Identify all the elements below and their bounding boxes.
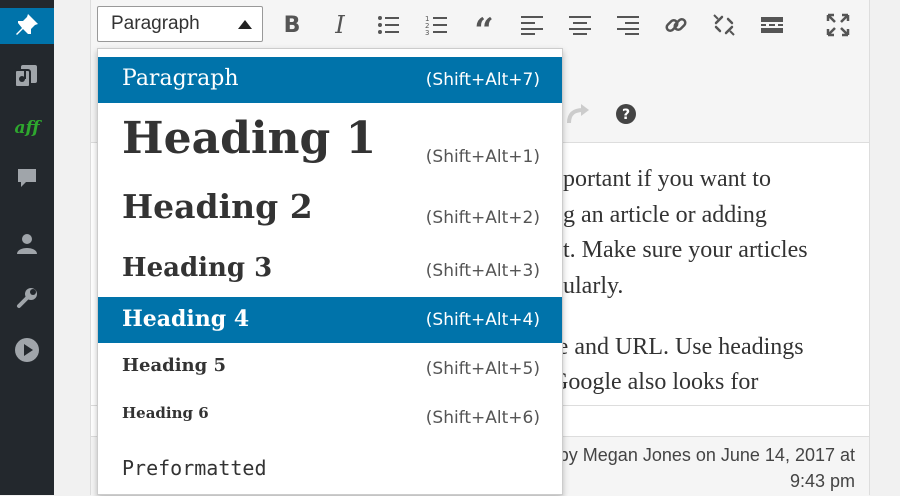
italic-icon: I	[335, 11, 345, 39]
format-option-label: Heading 4	[122, 306, 250, 332]
last-edited-time: 9:43 pm	[789, 471, 855, 491]
comments-icon	[18, 169, 36, 187]
format-option-heading-4[interactable]: Heading 4 (Shift+Alt+4)	[98, 297, 562, 343]
content-line: xt. Make sure your articles	[551, 237, 808, 263]
align-right-icon	[617, 16, 639, 35]
read-more-button[interactable]	[755, 8, 789, 42]
format-option-label: Heading 3	[122, 253, 273, 283]
numbered-list-button[interactable]: 123	[419, 8, 453, 42]
align-center-icon	[569, 16, 591, 35]
content-line: nportant if you want to	[551, 166, 771, 192]
align-center-button[interactable]	[563, 8, 597, 42]
redo-button[interactable]	[561, 97, 595, 131]
link-icon	[665, 17, 687, 33]
format-option-label: Heading 1	[122, 113, 377, 164]
format-option-label: Heading 2	[122, 187, 313, 226]
read-more-icon	[761, 17, 783, 33]
format-option-shortcut: (Shift+Alt+6)	[425, 408, 540, 428]
format-option-shortcut: (Shift+Alt+2)	[425, 208, 540, 228]
format-select[interactable]: Paragraph	[97, 6, 263, 42]
last-edited-text: by Megan Jones on June 14, 2017 at	[558, 445, 855, 465]
sidebar-item-aff[interactable]: aff	[0, 110, 54, 146]
help-button[interactable]: ?	[609, 97, 643, 131]
format-option-heading-5[interactable]: Heading 5 (Shift+Alt+5)	[98, 343, 562, 393]
redo-icon	[567, 104, 589, 124]
format-option-label: Paragraph	[122, 66, 239, 91]
sidebar-item-users[interactable]	[0, 226, 54, 262]
aff-icon: aff	[14, 118, 40, 138]
numbered-list-icon: 123	[425, 15, 447, 36]
format-option-heading-1[interactable]: Heading 1 (Shift+Alt+1)	[98, 103, 562, 181]
align-left-button[interactable]	[515, 8, 549, 42]
media-icon	[14, 65, 37, 88]
pin-icon	[16, 14, 38, 35]
bullet-list-icon	[378, 16, 399, 34]
play-icon	[15, 338, 39, 362]
sidebar-item-tools[interactable]	[0, 280, 54, 316]
fullscreen-icon	[826, 13, 850, 37]
unlink-button[interactable]	[707, 8, 741, 42]
format-option-heading-3[interactable]: Heading 3 (Shift+Alt+3)	[98, 241, 562, 297]
format-option-heading-2[interactable]: Heading 2 (Shift+Alt+2)	[98, 181, 562, 241]
format-option-shortcut: (Shift+Alt+1)	[425, 147, 540, 167]
sidebar-item-comments[interactable]	[0, 160, 54, 196]
unlink-icon	[713, 14, 735, 36]
format-option-heading-6[interactable]: Heading 6 (Shift+Alt+6)	[98, 393, 562, 443]
svg-text:?: ?	[622, 107, 630, 123]
format-option-preformatted[interactable]: Preformatted	[98, 443, 562, 494]
format-option-label: Heading 6	[122, 404, 209, 422]
format-select-value: Paragraph	[111, 13, 200, 34]
format-dropdown: Paragraph (Shift+Alt+7) Heading 1 (Shift…	[97, 48, 563, 495]
caret-up-icon	[238, 20, 252, 29]
format-option-label: Preformatted	[122, 456, 267, 480]
content-line: ng an article or adding	[551, 202, 767, 228]
bold-icon: B	[283, 12, 301, 38]
italic-button[interactable]: I	[323, 8, 357, 42]
bold-button[interactable]: B	[275, 8, 309, 42]
format-option-label: Heading 5	[122, 355, 227, 376]
format-option-shortcut: (Shift+Alt+5)	[425, 359, 540, 379]
blockquote-icon: “	[474, 11, 494, 51]
fullscreen-button[interactable]	[821, 8, 855, 42]
sidebar-item-media-play[interactable]	[0, 332, 54, 368]
format-option-shortcut: (Shift+Alt+4)	[425, 310, 540, 330]
bullet-list-button[interactable]	[371, 8, 405, 42]
sidebar-item-media[interactable]	[0, 58, 54, 94]
content-line: Google also looks for	[551, 369, 759, 395]
svg-text:3: 3	[425, 29, 429, 36]
sidebar-item-posts[interactable]	[0, 8, 54, 44]
align-right-button[interactable]	[611, 8, 645, 42]
format-option-shortcut: (Shift+Alt+7)	[425, 70, 540, 90]
users-icon	[17, 234, 37, 254]
content-line: le and URL. Use headings	[551, 334, 804, 360]
align-left-icon	[521, 16, 543, 35]
admin-sidebar: aff	[0, 0, 54, 495]
blockquote-button[interactable]: “	[467, 8, 501, 48]
help-icon: ?	[616, 104, 636, 124]
link-button[interactable]	[659, 8, 693, 42]
tools-icon	[17, 288, 37, 308]
format-option-paragraph[interactable]: Paragraph (Shift+Alt+7)	[98, 57, 562, 103]
format-option-shortcut: (Shift+Alt+3)	[425, 261, 540, 281]
